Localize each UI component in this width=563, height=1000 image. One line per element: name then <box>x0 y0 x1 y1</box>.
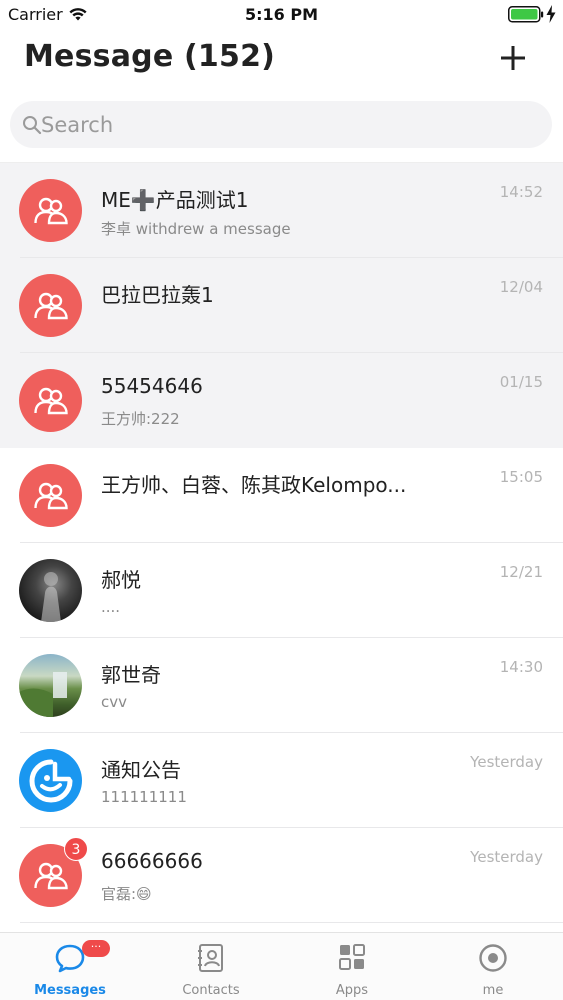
conversation-time: 15:05 <box>499 468 543 486</box>
conversation-preview: .... <box>101 598 121 616</box>
conversation-title: ME➕产品测试1 <box>101 188 249 212</box>
conversation-row[interactable]: 55454646 王方帅:222 01/15 <box>0 353 563 448</box>
conversation-row[interactable]: 巴拉巴拉轰1 12/04 <box>0 258 563 353</box>
notice-logo-icon <box>29 759 72 802</box>
conversation-title: 巴拉巴拉轰1 <box>101 283 214 307</box>
group-people-icon <box>33 387 68 414</box>
conversation-list: ME➕产品测试1 李卓 withdrew a message 14:52 巴拉巴… <box>0 163 563 923</box>
conversation-title: 郝悦 <box>101 568 141 592</box>
conversation-row[interactable]: 通知公告 111111111 Yesterday <box>0 733 563 828</box>
conversation-title: 郭世奇 <box>101 663 161 687</box>
conversation-time: 14:30 <box>499 658 543 676</box>
conversation-title: 55454646 <box>101 374 203 398</box>
tab-apps[interactable]: Apps <box>282 933 422 1000</box>
landscape-photo-avatar <box>19 654 82 717</box>
group-avatar <box>19 464 82 527</box>
tab-bar: ··· Messages Contacts Apps me <box>0 932 563 1000</box>
group-people-icon <box>33 292 68 319</box>
waterfall-photo-icon <box>19 672 67 717</box>
search-input[interactable] <box>41 108 521 141</box>
status-bar: Carrier 5:16 PM <box>0 0 563 30</box>
tab-label: Messages <box>34 983 106 998</box>
tab-label: Apps <box>335 983 369 998</box>
search-bar[interactable] <box>10 101 552 148</box>
conversation-preview: 官磊:😄 <box>101 885 152 903</box>
charging-bolt-icon <box>546 5 556 27</box>
conversation-row[interactable]: 郭世奇 cvv 14:30 <box>0 638 563 733</box>
conversation-time: Yesterday <box>470 753 543 771</box>
profile-circle-icon <box>478 943 508 977</box>
conversation-time: 12/04 <box>499 278 543 296</box>
group-people-icon <box>33 482 68 509</box>
tab-label: Contacts <box>182 983 240 998</box>
group-people-icon <box>33 862 68 889</box>
conversation-row[interactable]: ME➕产品测试1 李卓 withdrew a message 14:52 <box>0 163 563 258</box>
row-divider <box>20 922 563 923</box>
conversation-preview: 王方帅:222 <box>101 410 180 428</box>
conversation-title: 66666666 <box>101 849 203 873</box>
apps-grid-icon <box>338 943 366 975</box>
conversation-row[interactable]: 郝悦 .... 12/21 <box>0 543 563 638</box>
status-time: 5:16 PM <box>244 5 318 24</box>
group-avatar <box>19 274 82 337</box>
contacts-book-icon <box>197 943 225 977</box>
page-title: Message (152) <box>24 39 276 74</box>
unread-badge: 3 <box>64 837 88 861</box>
tab-me[interactable]: me <box>423 933 563 1000</box>
conversation-title: 王方帅、白蓉、陈其政Kelompo... <box>101 473 407 497</box>
group-people-icon <box>33 197 68 224</box>
group-avatar <box>19 179 82 242</box>
plus-icon <box>501 46 525 70</box>
conversation-preview: 李卓 withdrew a message <box>101 220 291 238</box>
group-avatar <box>19 369 82 432</box>
conversation-preview: cvv <box>101 693 128 711</box>
search-icon <box>22 115 42 139</box>
conversation-row[interactable]: 王方帅、白蓉、陈其政Kelompo... 15:05 <box>0 448 563 543</box>
person-photo-icon <box>41 572 61 622</box>
conversation-row[interactable]: 3 66666666 官磊:😄 Yesterday <box>0 828 563 923</box>
conversation-time: 12/21 <box>499 563 543 581</box>
conversation-preview: 111111111 <box>101 788 187 806</box>
tab-label: me <box>482 983 504 998</box>
header: Message (152) <box>0 30 563 90</box>
conversation-title: 通知公告 <box>101 758 181 782</box>
conversation-time: Yesterday <box>470 848 543 866</box>
battery-icon <box>508 6 544 27</box>
conversation-time: 01/15 <box>499 373 543 391</box>
add-button[interactable] <box>495 40 531 76</box>
tab-messages[interactable]: ··· Messages <box>0 933 140 1000</box>
notice-avatar <box>19 749 82 812</box>
user-photo-avatar <box>19 559 82 622</box>
tab-badge: ··· <box>82 940 110 957</box>
conversation-time: 14:52 <box>499 183 543 201</box>
tab-contacts[interactable]: Contacts <box>141 933 281 1000</box>
